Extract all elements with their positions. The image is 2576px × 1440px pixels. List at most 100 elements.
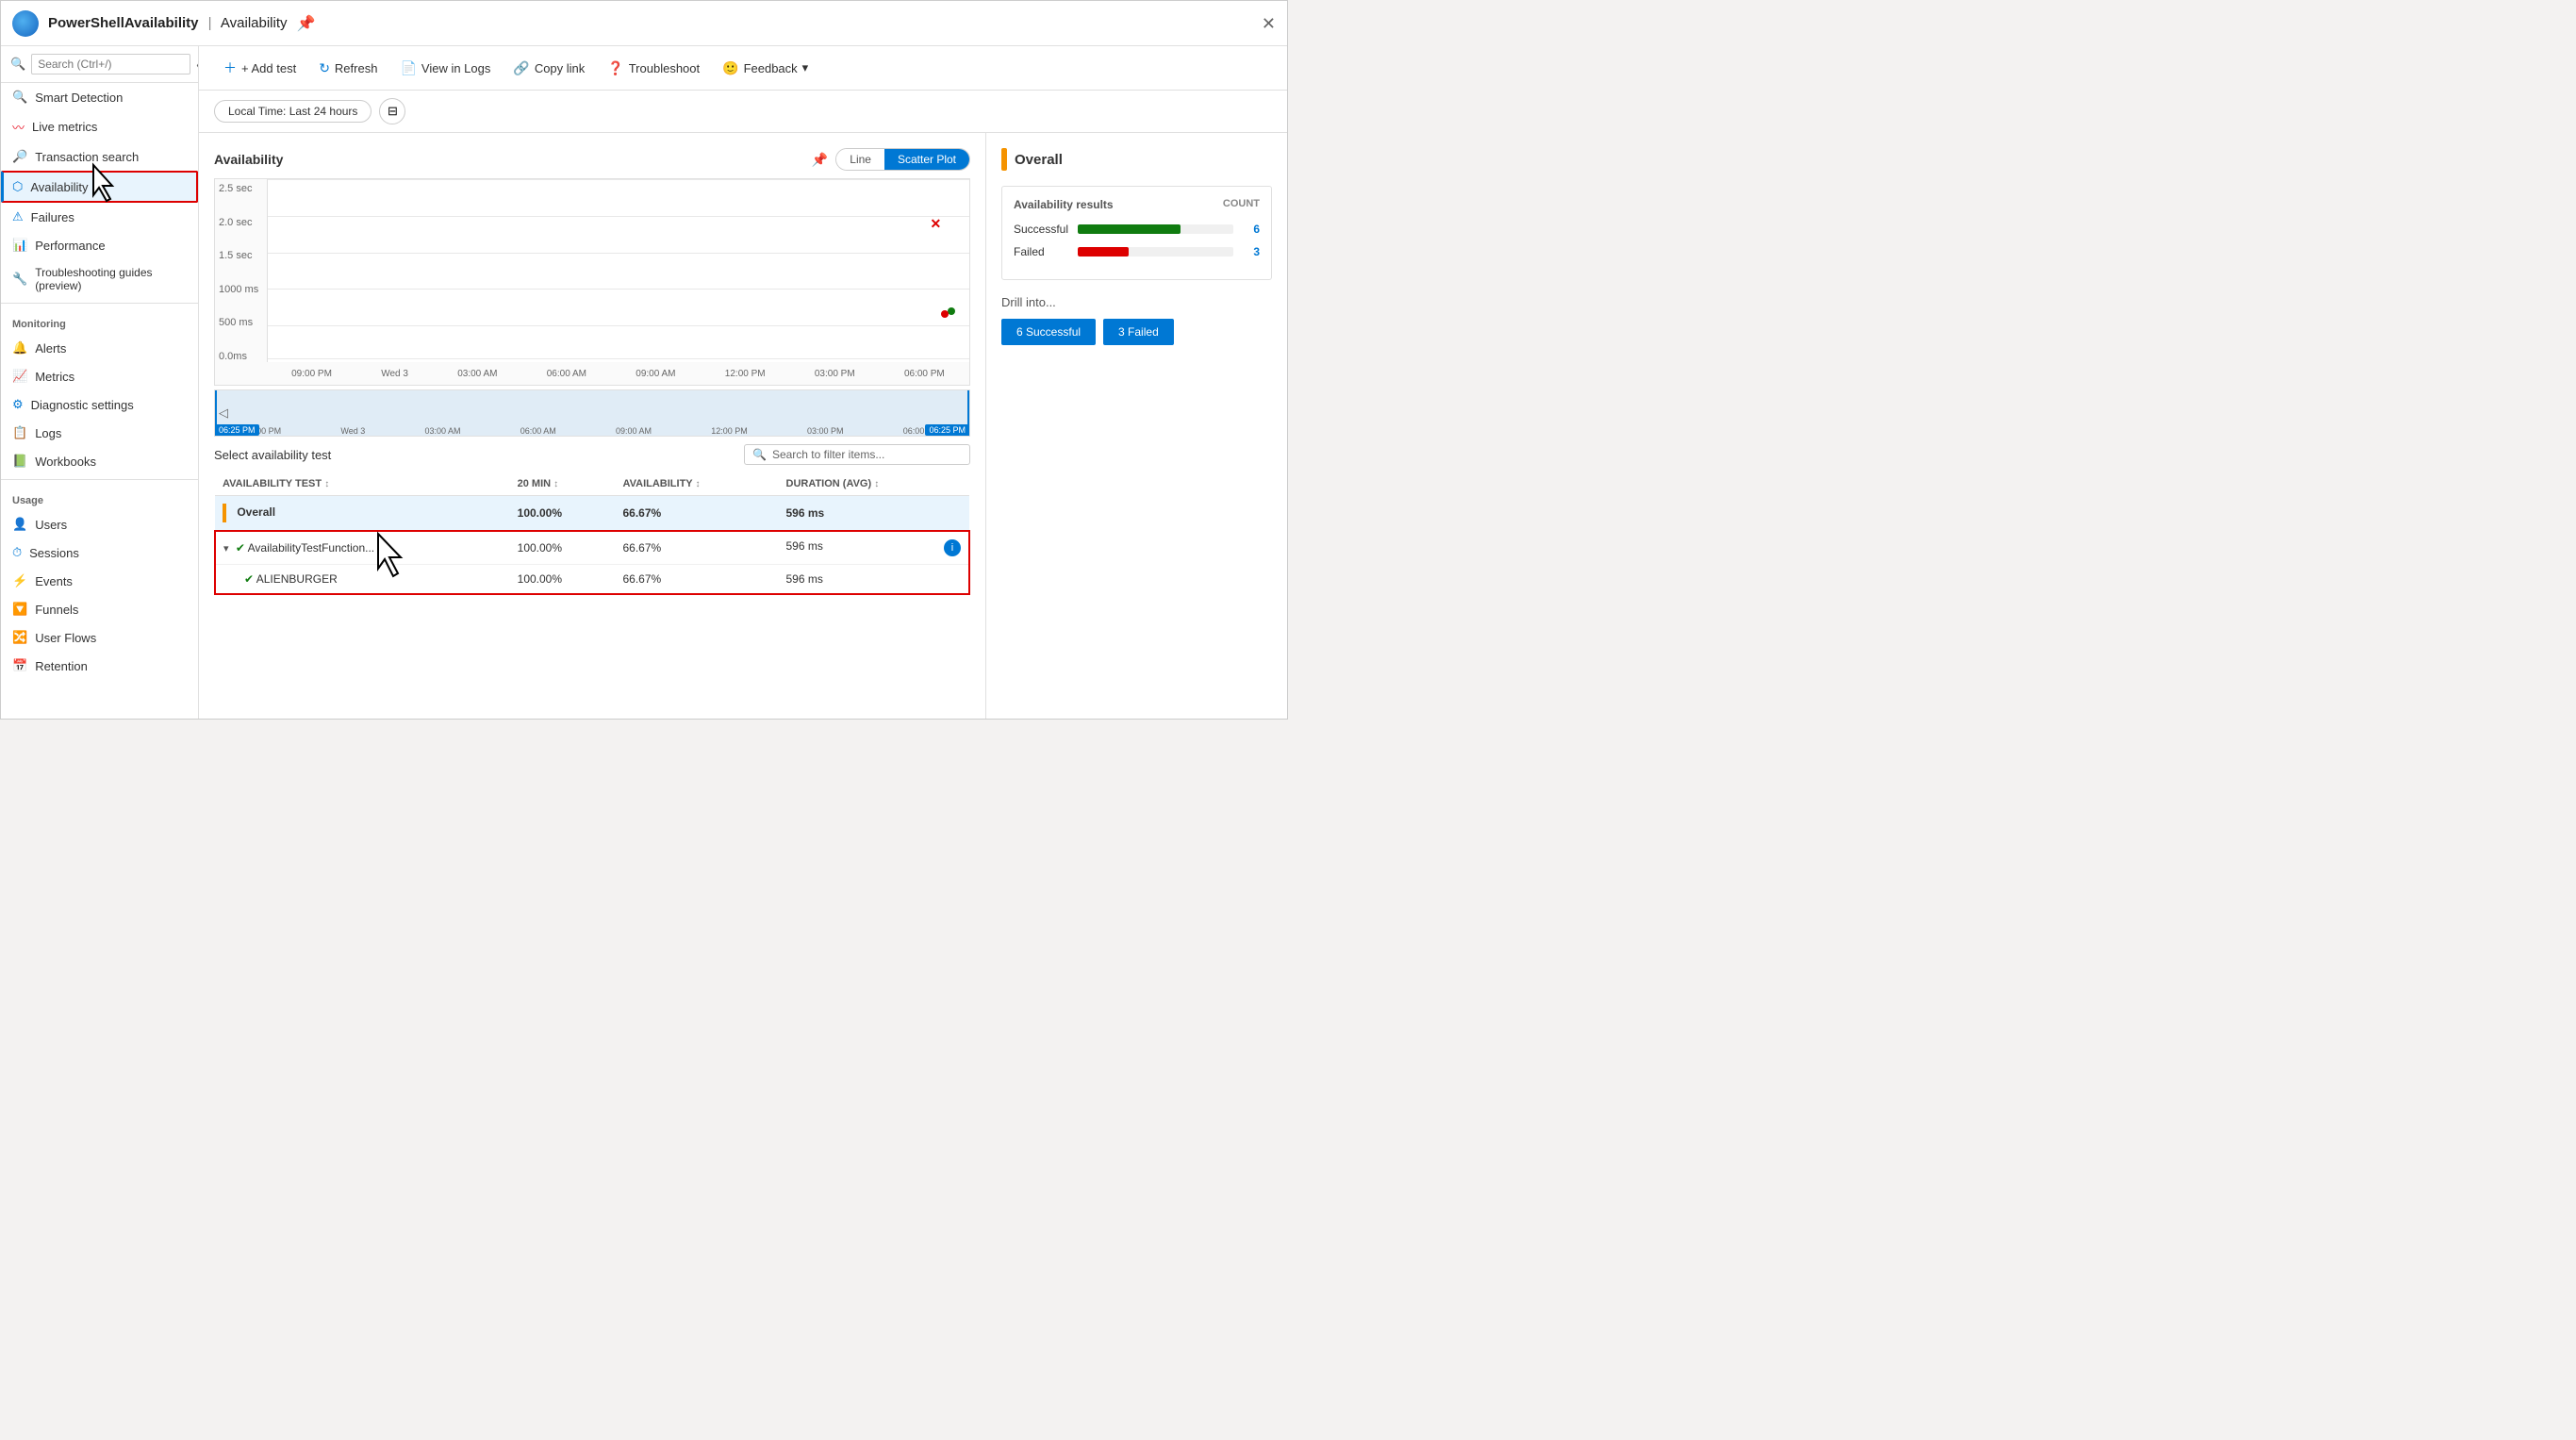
x-label-5: 12:00 PM — [725, 369, 766, 379]
sidebar-item-workbooks[interactable]: 📗 Workbooks — [1, 447, 198, 475]
chart-controls: 📌 Line Scatter Plot — [812, 148, 970, 171]
sidebar: 🔍 « 🔍 Smart Detection 〰 Live metrics 🔎 T… — [1, 46, 199, 719]
sidebar-item-live-metrics[interactable]: 〰 Live metrics — [1, 111, 198, 142]
time-filter-button[interactable]: Local Time: Last 24 hours — [214, 100, 372, 123]
alienburger-availability: 66.67% — [616, 565, 779, 595]
performance-icon: 📊 — [12, 238, 27, 253]
table-row-test-function[interactable]: ▾ ✔ AvailabilityTestFunction... 100.00% … — [215, 531, 969, 565]
col-duration[interactable]: DURATION (AVG) ↕ — [779, 472, 970, 496]
sidebar-label-failures: Failures — [31, 210, 74, 224]
sidebar-item-diagnostic-settings[interactable]: ⚙ Diagnostic settings — [1, 390, 198, 419]
col-test[interactable]: AVAILABILITY TEST ↕ — [215, 472, 510, 496]
mini-nav-left-icon[interactable]: ◁ — [219, 406, 228, 421]
failed-label: Failed — [1014, 245, 1070, 258]
failed-bar — [1078, 247, 1129, 257]
failures-icon: ⚠ — [12, 209, 24, 224]
feedback-button[interactable]: 🙂 Feedback ▾ — [713, 56, 817, 81]
troubleshoot-button[interactable]: ❓ Troubleshoot — [598, 56, 709, 81]
sessions-icon: ⏱ — [12, 545, 22, 560]
availability-test-header: Select availability test 🔍 Search to fil… — [214, 444, 970, 465]
mini-chart-area[interactable]: ◁ 09:00 PM Wed 3 03:00 AM 06:00 AM 09:00… — [214, 389, 970, 437]
failed-bar-container — [1078, 247, 1233, 257]
main-toolbar: ＋ + Add test ↻ Refresh 📄 View in Logs 🔗 … — [199, 46, 1287, 91]
sidebar-item-performance[interactable]: 📊 Performance — [1, 231, 198, 259]
live-metrics-icon: 〰 — [12, 118, 25, 136]
close-button[interactable]: ✕ — [1262, 15, 1276, 32]
sidebar-item-availability[interactable]: ⬡ Availability — [1, 171, 198, 203]
availability-icon: ⬡ — [12, 179, 23, 194]
sidebar-item-troubleshooting-guides[interactable]: 🔧 Troubleshooting guides (preview) — [1, 259, 198, 299]
view-in-logs-icon: 📄 — [400, 60, 416, 76]
smart-detection-icon: 🔍 — [12, 90, 27, 105]
chart-plot-area[interactable]: ✕ — [267, 179, 969, 362]
successful-bar — [1078, 224, 1181, 234]
drill-successful-button[interactable]: 6 Successful — [1001, 319, 1096, 345]
refresh-icon: ↻ — [319, 60, 330, 76]
alienburger-duration: 596 ms — [779, 565, 970, 595]
logs-icon: 📋 — [12, 425, 27, 440]
table-header-row: AVAILABILITY TEST ↕ 20 MIN ↕ AVAILABILIT… — [215, 472, 969, 496]
metrics-icon: 📈 — [12, 369, 27, 384]
troubleshoot-label: Troubleshoot — [629, 61, 700, 75]
chart-pin-icon[interactable]: 📌 — [812, 152, 828, 168]
table-row-alienburger[interactable]: ✔ ALIENBURGER 100.00% 66.67% 596 ms — [215, 565, 969, 595]
sidebar-label-availability: Availability — [30, 180, 88, 194]
mini-time-badge-right: 06:25 PM — [925, 424, 969, 436]
sidebar-item-funnels[interactable]: 🔽 Funnels — [1, 595, 198, 623]
sidebar-item-alerts[interactable]: 🔔 Alerts — [1, 334, 198, 362]
table-row-overall[interactable]: Overall 100.00% 66.67% 596 ms — [215, 496, 969, 532]
overall-20min: 100.00% — [510, 496, 616, 532]
sidebar-item-logs[interactable]: 📋 Logs — [1, 419, 198, 447]
col-20min[interactable]: 20 MIN ↕ — [510, 472, 616, 496]
availability-results-title: Availability results COUNT — [1014, 198, 1260, 211]
overall-color-bar — [1001, 148, 1007, 171]
success-dot-0 — [948, 307, 955, 315]
sidebar-item-smart-detection[interactable]: 🔍 Smart Detection — [1, 83, 198, 111]
sidebar-item-user-flows[interactable]: 🔀 User Flows — [1, 623, 198, 652]
overall-duration: 596 ms — [779, 496, 970, 532]
add-test-button[interactable]: ＋ + Add test — [214, 54, 305, 82]
sidebar-item-users[interactable]: 👤 Users — [1, 510, 198, 538]
funnels-icon: 🔽 — [12, 602, 27, 617]
scatter-plot-toggle-button[interactable]: Scatter Plot — [884, 149, 969, 170]
success-check-icon: ✔ — [236, 541, 245, 554]
view-in-logs-button[interactable]: 📄 View in Logs — [390, 56, 500, 81]
availability-test-title: Select availability test — [214, 448, 331, 462]
feedback-label: Feedback — [744, 61, 798, 75]
chart-header: Availability 📌 Line Scatter Plot — [214, 148, 970, 171]
copy-link-icon: 🔗 — [513, 60, 529, 76]
info-icon[interactable]: i — [944, 539, 961, 556]
failed-count[interactable]: 3 — [1241, 245, 1260, 258]
sidebar-label-performance: Performance — [35, 239, 105, 253]
test-function-name: ▾ ✔ AvailabilityTestFunction... — [215, 531, 510, 565]
chart-title: Availability — [214, 152, 283, 167]
test-function-20min: 100.00% — [510, 531, 616, 565]
failure-x-marker[interactable]: ✕ — [931, 216, 942, 232]
search-input[interactable] — [31, 54, 190, 74]
availability-search-input[interactable]: 🔍 Search to filter items... — [744, 444, 970, 465]
refresh-button[interactable]: ↻ Refresh — [309, 56, 387, 81]
x-label-7: 06:00 PM — [904, 369, 945, 379]
pin-icon[interactable]: 📌 — [297, 14, 316, 33]
successful-count[interactable]: 6 — [1241, 223, 1260, 236]
filter-icon-button[interactable]: ⊟ — [379, 98, 405, 124]
sort-icon-test: ↕ — [324, 479, 329, 489]
copy-link-button[interactable]: 🔗 Copy link — [504, 56, 594, 81]
line-toggle-button[interactable]: Line — [836, 149, 884, 170]
sidebar-item-metrics[interactable]: 📈 Metrics — [1, 362, 198, 390]
user-flows-icon: 🔀 — [12, 630, 27, 645]
sidebar-item-retention[interactable]: 📅 Retention — [1, 652, 198, 680]
sidebar-item-events[interactable]: ⚡ Events — [1, 567, 198, 595]
sidebar-item-failures[interactable]: ⚠ Failures — [1, 203, 198, 231]
app-logo — [12, 10, 39, 37]
troubleshooting-guides-icon: 🔧 — [12, 272, 27, 287]
sidebar-item-transaction-search[interactable]: 🔎 Transaction search — [1, 142, 198, 171]
main-chart-area: 2.5 sec 2.0 sec 1.5 sec 1000 ms 500 ms 0… — [214, 178, 970, 386]
view-in-logs-label: View in Logs — [421, 61, 490, 75]
expand-icon[interactable]: ▾ — [223, 543, 229, 554]
sidebar-item-sessions[interactable]: ⏱ Sessions — [1, 538, 198, 567]
drill-failed-button[interactable]: 3 Failed — [1103, 319, 1174, 345]
col-availability[interactable]: AVAILABILITY ↕ — [616, 472, 779, 496]
events-icon: ⚡ — [12, 573, 27, 588]
alienburger-check-icon: ✔ — [244, 572, 254, 586]
